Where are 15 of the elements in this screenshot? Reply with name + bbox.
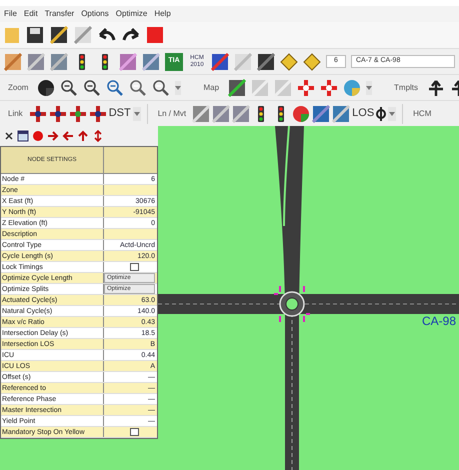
map-label: Map xyxy=(202,82,220,94)
link-label: Link xyxy=(7,108,24,120)
dst-button[interactable]: DST xyxy=(108,105,131,122)
los-button[interactable]: LOS xyxy=(352,105,374,122)
menu-item[interactable]: Options xyxy=(81,8,109,20)
menu-item[interactable]: Transfer xyxy=(44,8,74,20)
street-label: CA-98 xyxy=(422,313,456,330)
templates-label: Tmplts xyxy=(393,82,420,94)
hcm-label: HCM xyxy=(412,108,432,120)
menu-item[interactable]: Help xyxy=(154,8,171,20)
menu-item[interactable]: File xyxy=(4,8,17,20)
lane-movement-label: Ln / Mvt xyxy=(156,108,188,120)
menu-item[interactable]: Optimize xyxy=(116,8,148,20)
zoom-label: Zoom xyxy=(7,82,30,94)
menu-item[interactable]: Edit xyxy=(24,8,38,20)
